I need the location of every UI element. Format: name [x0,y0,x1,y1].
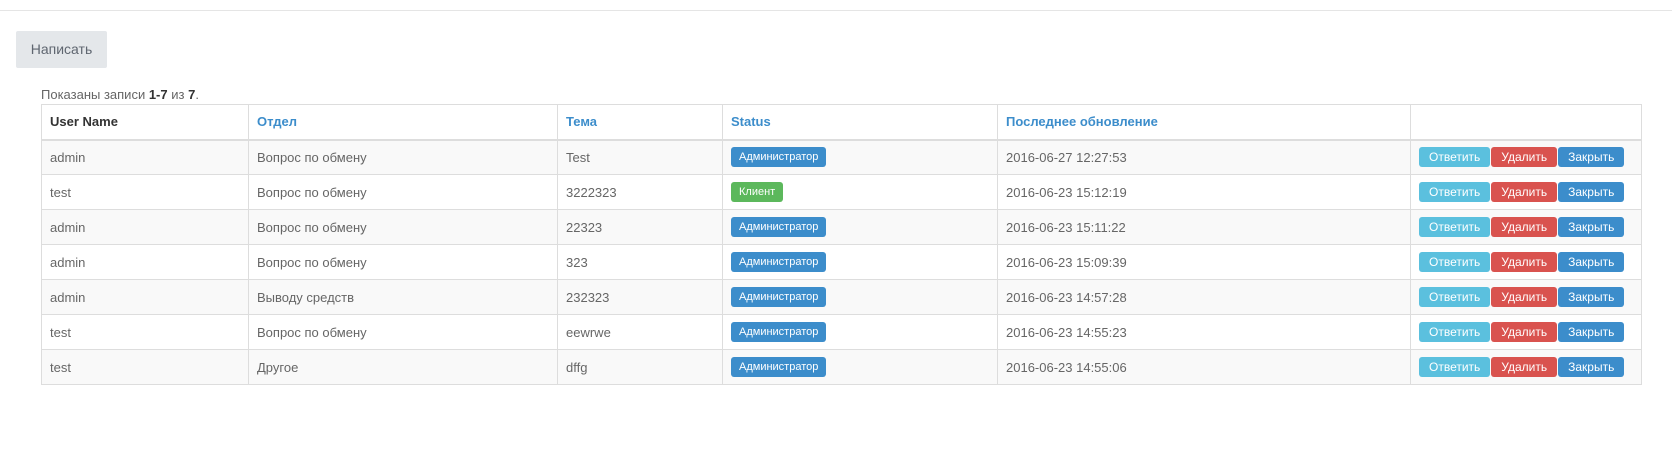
cell-user-name: admin [41,209,249,245]
status-badge: Клиент [731,182,784,202]
table-row: test Вопрос по обмену 3222323 Клиент 2016-06… [41,174,1642,210]
delete-button[interactable]: Удалить [1491,182,1558,202]
cell-user-name: test [41,349,249,385]
cell-actions: Ответить Удалить Закрыть [1410,314,1642,350]
cell-status: Администратор [722,349,998,385]
summary-middle: из [167,87,189,102]
delete-button[interactable]: Удалить [1491,322,1558,342]
table-row: admin Выводу средств 232323 Администратор 20… [41,279,1642,315]
header-subject-sort-link[interactable]: Тема [557,104,723,141]
table-header-row: User Name Отдел Тема Status Последнее об… [41,104,1642,141]
reply-button[interactable]: Ответить [1419,252,1491,272]
cell-department: Вопрос по обмену [248,174,558,210]
cell-last-update: 2016-06-23 15:09:39 [997,244,1411,280]
status-badge: Администратор [731,357,827,377]
cell-user-name: admin [41,244,249,280]
status-badge: Администратор [731,287,827,307]
delete-button[interactable]: Удалить [1491,357,1558,377]
table-row: admin Вопрос по обмену 323 Администратор 201… [41,244,1642,280]
reply-button[interactable]: Ответить [1419,322,1491,342]
tickets-table: User Name Отдел Тема Status Последнее об… [41,104,1642,385]
cell-actions: Ответить Удалить Закрыть [1410,244,1642,280]
cell-subject: 3222323 [557,174,723,210]
top-divider [0,10,1672,11]
delete-button[interactable]: Удалить [1491,287,1558,307]
records-summary: Показаны записи 1-7 из 7. [41,87,199,103]
cell-status: Администратор [722,279,998,315]
header-last-update-sort-link[interactable]: Последнее обновление [997,104,1411,141]
cell-status: Администратор [722,244,998,280]
close-ticket-button[interactable]: Закрыть [1558,147,1625,168]
reply-button[interactable]: Ответить [1419,147,1491,168]
cell-actions: Ответить Удалить Закрыть [1410,139,1642,175]
close-ticket-button[interactable]: Закрыть [1558,322,1625,342]
cell-actions: Ответить Удалить Закрыть [1410,174,1642,210]
cell-user-name: test [41,174,249,210]
reply-button[interactable]: Ответить [1419,217,1491,237]
header-actions [1410,104,1642,141]
status-badge: Администратор [731,322,827,342]
close-ticket-button[interactable]: Закрыть [1558,357,1625,377]
header-user-name: User Name [41,104,249,141]
cell-status: Клиент [722,174,998,210]
cell-actions: Ответить Удалить Закрыть [1410,209,1642,245]
cell-actions: Ответить Удалить Закрыть [1410,349,1642,385]
cell-department: Вопрос по обмену [248,244,558,280]
table-body: admin Вопрос по обмену Test Администратор 20… [41,139,1642,385]
cell-department: Вопрос по обмену [248,314,558,350]
cell-actions: Ответить Удалить Закрыть [1410,279,1642,315]
reply-button[interactable]: Ответить [1419,182,1491,202]
compose-button[interactable]: Написать [16,31,107,68]
delete-button[interactable]: Удалить [1491,217,1558,237]
reply-button[interactable]: Ответить [1419,287,1491,307]
cell-subject: dffg [557,349,723,385]
cell-last-update: 2016-06-23 14:55:06 [997,349,1411,385]
status-badge: Администратор [731,147,827,168]
reply-button[interactable]: Ответить [1419,357,1491,377]
cell-subject: Test [557,139,723,175]
cell-status: Администратор [722,139,998,175]
cell-last-update: 2016-06-23 15:12:19 [997,174,1411,210]
cell-last-update: 2016-06-27 12:27:53 [997,139,1411,175]
cell-department: Вопрос по обмену [248,209,558,245]
table-row: test Другое dffg Администратор 2016-06-23 14… [41,349,1642,385]
cell-user-name: test [41,314,249,350]
cell-subject: eewrwe [557,314,723,350]
close-ticket-button[interactable]: Закрыть [1558,182,1625,202]
cell-last-update: 2016-06-23 14:57:28 [997,279,1411,315]
summary-suffix: . [195,87,199,102]
summary-range: 1-7 [148,87,168,102]
cell-subject: 323 [557,244,723,280]
cell-last-update: 2016-06-23 14:55:23 [997,314,1411,350]
cell-department: Вопрос по обмену [248,139,558,175]
header-department-sort-link[interactable]: Отдел [248,104,558,141]
cell-department: Выводу средств [248,279,558,315]
cell-subject: 232323 [557,279,723,315]
delete-button[interactable]: Удалить [1491,147,1558,168]
table-row: admin Вопрос по обмену Test Администратор 20… [41,139,1642,175]
status-badge: Администратор [731,252,827,272]
cell-department: Другое [248,349,558,385]
cell-last-update: 2016-06-23 15:11:22 [997,209,1411,245]
summary-prefix: Показаны записи [41,87,149,102]
status-badge: Администратор [731,217,827,237]
header-status-sort-link[interactable]: Status [722,104,998,141]
cell-status: Администратор [722,209,998,245]
table-row: admin Вопрос по обмену 22323 Администратор 2… [41,209,1642,245]
cell-user-name: admin [41,139,249,175]
close-ticket-button[interactable]: Закрыть [1558,287,1625,307]
delete-button[interactable]: Удалить [1491,252,1558,272]
cell-subject: 22323 [557,209,723,245]
cell-status: Администратор [722,314,998,350]
close-ticket-button[interactable]: Закрыть [1558,252,1625,272]
table-row: test Вопрос по обмену eewrwe Администратор 2… [41,314,1642,350]
cell-user-name: admin [41,279,249,315]
close-ticket-button[interactable]: Закрыть [1558,217,1625,237]
